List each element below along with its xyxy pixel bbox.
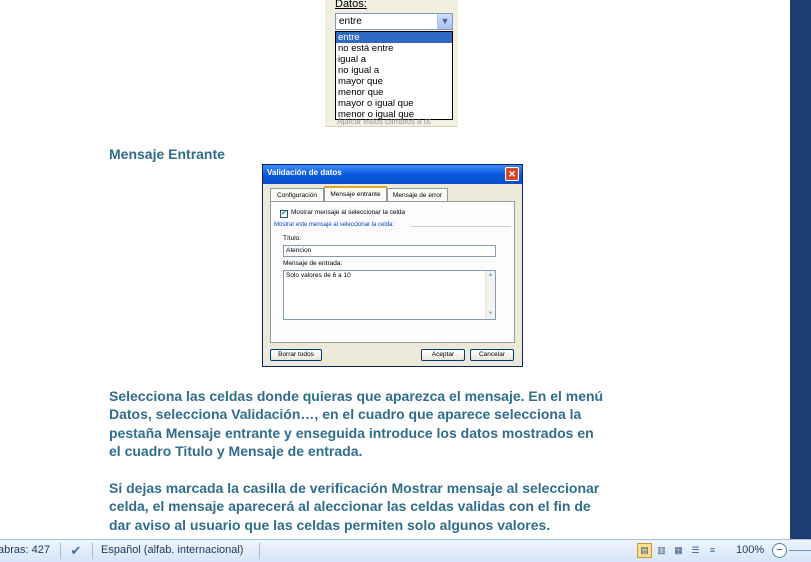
tab-configuracion[interactable]: Configuración — [270, 188, 324, 201]
web-layout-view-icon[interactable]: ▦ — [671, 543, 686, 558]
tab-mensaje-de-error[interactable]: Mensaje de error — [387, 188, 448, 201]
scroll-down-icon[interactable]: ▼ — [486, 310, 495, 319]
page-edge-background — [790, 0, 811, 539]
text-line: pestaña Mensaje entrante y enseguida int… — [109, 424, 594, 441]
message-text: Solo valores de 6 a 10 — [286, 272, 351, 279]
datos-options-list[interactable]: entre no está entre igual a no igual a m… — [335, 31, 453, 120]
text-line: Selecciona las celdas donde quieras que … — [109, 388, 604, 404]
datos-combobox-value: entre — [339, 16, 362, 27]
word-count[interactable]: abras: 427 — [0, 544, 50, 556]
message-scrollbar[interactable]: ▲ ▼ — [485, 271, 495, 319]
group-label: Mostrar este mensaje al seleccionar la c… — [274, 222, 395, 228]
outline-view-icon[interactable]: ☰ — [688, 543, 703, 558]
tab-mensaje-entrante[interactable]: Mensaje entrante — [324, 186, 387, 202]
text-line: dar aviso al usuario que las celdas perm… — [109, 516, 551, 533]
draft-view-icon[interactable]: ≡ — [705, 543, 720, 558]
instruction-paragraph: Selecciona las celdas donde quieras que … — [109, 387, 679, 460]
list-item[interactable]: entre — [336, 32, 452, 43]
apply-changes-fragment: Aplicar estos cambios a ot — [337, 117, 431, 126]
validation-dialog-screenshot: Validación de datos ✕ Configuración Mens… — [262, 164, 523, 367]
list-item[interactable]: no está entre — [336, 43, 452, 54]
clear-all-button[interactable]: Borrar todos — [270, 349, 322, 361]
message-textarea[interactable]: Solo valores de 6 a 10 ▲ ▼ — [283, 270, 496, 320]
zoom-level[interactable]: 100% — [736, 544, 764, 556]
chevron-down-icon[interactable]: ▼ — [437, 14, 452, 29]
zoom-slider[interactable] — [789, 550, 811, 551]
datos-label: Datos: — [335, 0, 367, 10]
document-page: Datos: entre ▼ entre no está entre igual… — [0, 0, 790, 539]
dialog-title: Validación de datos — [267, 168, 342, 177]
proofing-icon[interactable]: ✔ — [67, 543, 85, 559]
status-separator — [259, 543, 260, 559]
text-line: Si dejas marcada la casilla de verificac… — [109, 480, 600, 496]
print-layout-view-icon[interactable]: ▤ — [637, 543, 652, 558]
section-heading: Mensaje Entrante — [109, 146, 225, 162]
message-label: Mensaje de entrada: — [283, 260, 343, 267]
full-screen-reading-view-icon[interactable]: ▥ — [654, 543, 669, 558]
list-item[interactable]: menor que — [336, 87, 452, 98]
language-indicator[interactable]: Español (alfab. internacional) — [101, 544, 243, 556]
status-bar: abras: 427 ✔ Español (alfab. internacion… — [0, 539, 811, 562]
text-line: celda, el mensaje aparecerá al alecciona… — [109, 498, 591, 515]
group-divider — [411, 226, 511, 227]
status-separator — [60, 543, 61, 559]
close-icon[interactable]: ✕ — [505, 167, 519, 181]
title-label: Título: — [283, 235, 302, 242]
scroll-up-icon[interactable]: ▲ — [486, 271, 495, 280]
zoom-out-button[interactable]: − — [772, 543, 787, 558]
datos-combobox[interactable]: entre ▼ — [335, 13, 453, 30]
title-field[interactable]: Atencion — [283, 245, 496, 257]
list-item[interactable]: mayor o igual que — [336, 98, 452, 109]
tab-panel: ✔ Mostrar mensaje al seleccionar la celd… — [270, 201, 515, 343]
show-message-label: Mostrar mensaje al seleccionar la celda — [291, 209, 406, 216]
ok-button[interactable]: Aceptar — [421, 349, 465, 361]
cancel-button[interactable]: Cancelar — [470, 349, 514, 361]
criteria-dropdown-screenshot: Datos: entre ▼ entre no está entre igual… — [325, 0, 458, 127]
text-line: el cuadro Titulo y Mensaje de entrada. — [109, 442, 363, 459]
explanation-paragraph: Si dejas marcada la casilla de verificac… — [109, 479, 679, 534]
show-message-checkbox[interactable]: ✔ — [280, 210, 288, 218]
list-item[interactable]: mayor que — [336, 76, 452, 87]
status-separator — [92, 543, 93, 559]
text-line: Datos, selecciona Validación…, en el cua… — [109, 406, 582, 423]
dialog-titlebar: Validación de datos ✕ — [263, 165, 522, 184]
list-item[interactable]: igual a — [336, 54, 452, 65]
list-item[interactable]: no igual a — [336, 65, 452, 76]
